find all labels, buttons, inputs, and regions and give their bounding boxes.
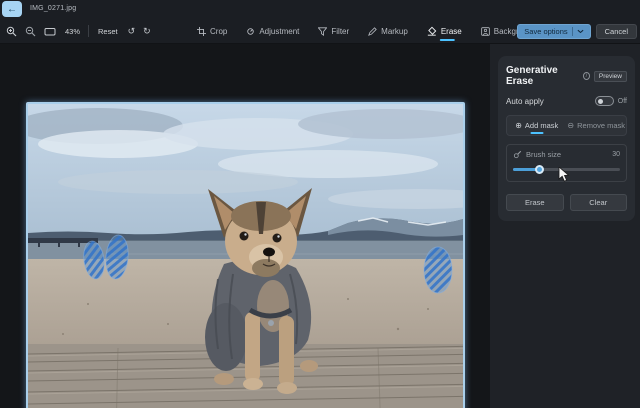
canvas-area: Erasing area or object in the selection.…	[0, 44, 490, 408]
photo-image	[28, 104, 463, 408]
preview-badge: Preview	[594, 71, 627, 82]
auto-apply-toggle[interactable]	[595, 96, 614, 106]
undo-button[interactable]: ↺	[127, 25, 137, 38]
tab-erase[interactable]: Erase	[426, 18, 463, 44]
brush-size-value: 30	[612, 151, 620, 158]
remove-mask-button[interactable]: ⊖ Remove mask	[567, 116, 627, 135]
titlebar: ← IMG_0271.jpg	[0, 0, 640, 18]
erase-button[interactable]: Erase	[506, 194, 564, 211]
zoom-level: 43%	[63, 27, 82, 36]
chevron-down-icon	[577, 29, 584, 34]
brush-size-slider[interactable]	[513, 164, 620, 174]
toggle-knob	[598, 99, 604, 105]
tab-filter[interactable]: Filter	[317, 18, 350, 44]
info-icon[interactable]: i	[583, 72, 590, 80]
view-tools: 43% Reset ↺ ↻	[5, 18, 152, 44]
photo-canvas[interactable]	[26, 102, 465, 408]
mask-mode-tabs: ⊕ Add mask ⊖ Remove mask	[506, 115, 627, 136]
slider-thumb[interactable]	[535, 165, 544, 174]
adjustment-icon	[246, 27, 255, 36]
background-icon	[481, 27, 490, 36]
toolbar-actions: Save options Cancel	[517, 18, 637, 44]
cancel-button[interactable]: Cancel	[596, 24, 637, 39]
toolbar-divider	[88, 25, 89, 37]
panel-title: Generative Erase	[506, 65, 579, 87]
brush-size-group: Brush size 30	[506, 144, 627, 182]
filter-icon	[318, 27, 327, 36]
tab-adjustment[interactable]: Adjustment	[245, 18, 300, 44]
zoom-out-icon	[25, 26, 36, 37]
tab-crop[interactable]: Crop	[196, 18, 228, 44]
redo-button[interactable]: ↻	[142, 25, 152, 38]
fit-to-screen-icon	[44, 26, 56, 37]
erase-icon	[427, 26, 437, 36]
zoom-out-button[interactable]	[24, 25, 37, 38]
generative-erase-card: Generative Erase i Preview Auto apply Of…	[498, 56, 635, 221]
tab-markup[interactable]: Markup	[367, 18, 409, 44]
back-button[interactable]: ←	[2, 1, 22, 17]
auto-apply-state: Off	[618, 98, 627, 105]
reset-button[interactable]: Reset	[95, 27, 121, 36]
zoom-in-button[interactable]	[5, 25, 18, 38]
add-mask-icon: ⊕	[515, 122, 522, 130]
brush-icon	[513, 150, 522, 159]
zoom-in-icon	[6, 26, 17, 37]
save-options-button[interactable]: Save options	[517, 24, 590, 39]
brush-size-label: Brush size	[526, 150, 561, 159]
erase-panel: Generative Erase i Preview Auto apply Of…	[490, 44, 640, 408]
auto-apply-label: Auto apply	[506, 97, 544, 106]
markup-icon	[368, 27, 377, 36]
remove-mask-icon: ⊖	[567, 122, 574, 130]
crop-icon	[197, 27, 206, 36]
filename-label: IMG_0271.jpg	[30, 5, 76, 12]
add-mask-button[interactable]: ⊕ Add mask	[507, 116, 567, 135]
editor-toolbar: 43% Reset ↺ ↻ Crop Adjustment	[0, 18, 640, 44]
clear-button[interactable]: Clear	[570, 194, 628, 211]
edit-mode-tabs: Crop Adjustment Filter Markup	[196, 18, 537, 44]
photos-editor-window: ← IMG_0271.jpg	[0, 0, 640, 408]
fit-to-screen-button[interactable]	[43, 25, 57, 38]
